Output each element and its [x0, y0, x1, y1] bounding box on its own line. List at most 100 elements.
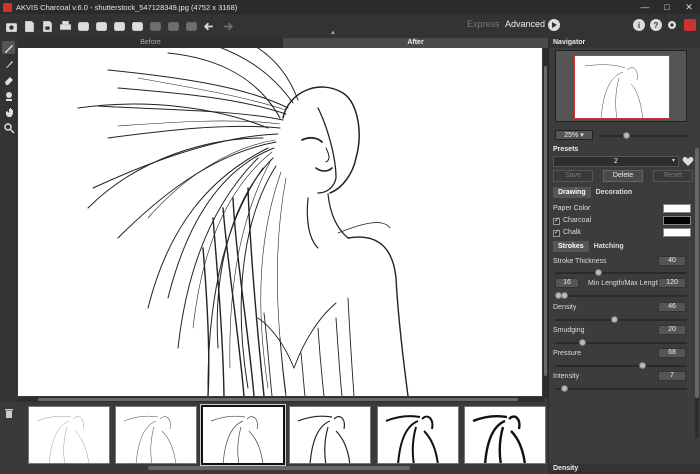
info-icon[interactable]: i — [633, 19, 645, 31]
app-logo-icon — [3, 2, 12, 12]
chevron-down-icon: ▾ — [580, 132, 584, 139]
zoom-level-dropdown[interactable]: 25% ▾ — [555, 130, 593, 140]
preset-thumbnail[interactable] — [289, 406, 371, 464]
close-button[interactable]: ✕ — [678, 0, 700, 14]
trash-icon[interactable] — [4, 408, 14, 418]
zoom-tool-icon[interactable] — [2, 121, 15, 134]
smudging-slider-handle[interactable] — [579, 339, 586, 346]
charcoal-checkbox[interactable] — [553, 216, 560, 225]
min-length-value[interactable]: 16 — [555, 278, 579, 288]
thumbnail-strip-scrollbar[interactable] — [148, 466, 410, 470]
maximize-button[interactable]: □ — [656, 0, 678, 14]
reset-strokes-icon[interactable] — [148, 19, 162, 33]
open-file-icon[interactable] — [22, 19, 36, 33]
tab-decoration[interactable]: Decoration — [591, 187, 638, 198]
load-strokes-icon[interactable] — [112, 19, 126, 33]
navigator-preview[interactable] — [555, 50, 687, 122]
preset-thumbnail-selected[interactable] — [200, 404, 286, 466]
brush-tool-icon[interactable] — [2, 57, 15, 70]
chalk-label: Chalk — [563, 229, 581, 236]
chalk-color-swatch[interactable] — [663, 228, 691, 237]
preset-thumbnail[interactable] — [28, 406, 110, 464]
preset-thumbnails-strip — [0, 402, 548, 474]
share-icon[interactable] — [76, 19, 90, 33]
preset-thumbnail[interactable] — [115, 406, 197, 464]
tab-before[interactable]: Before — [18, 38, 283, 48]
presets-heading: Presets — [553, 146, 579, 153]
main-toolbar: Express Advanced i ? — [0, 14, 700, 38]
charcoal-label: Charcoal — [563, 217, 592, 224]
reset-preset-button[interactable]: Reset — [653, 170, 693, 182]
max-length-slider-handle[interactable] — [561, 292, 568, 299]
window-title: AKVIS Charcoal v.6.0 - shutterstock_5471… — [16, 2, 238, 12]
redo-icon[interactable] — [220, 19, 234, 33]
express-mode-tab[interactable]: Express — [467, 19, 500, 29]
stroke-thickness-slider-handle[interactable] — [595, 269, 602, 276]
save-file-icon[interactable] — [40, 19, 54, 33]
zoom-slider-handle[interactable] — [623, 132, 630, 139]
save-strokes-icon[interactable] — [130, 19, 144, 33]
heart-favorite-icon[interactable] — [682, 155, 694, 167]
settings-panel: Navigator 25% ▾ Presets 2 ▾ Save Delete R… — [548, 38, 700, 474]
batch-icon[interactable] — [94, 19, 108, 33]
charcoal-color-swatch[interactable] — [663, 216, 691, 225]
max-length-value[interactable]: 120 — [658, 278, 686, 288]
preset-select[interactable]: 2 ▾ — [553, 156, 679, 167]
pressure-slider-track[interactable] — [555, 365, 687, 367]
undo-icon[interactable] — [202, 19, 216, 33]
view-tabs: Before After — [18, 38, 548, 48]
preset-thumbnail[interactable] — [377, 406, 459, 464]
preset-select-value: 2 — [614, 158, 618, 165]
paper-color-swatch[interactable] — [663, 204, 691, 213]
density-value[interactable]: 46 — [658, 302, 686, 312]
stamp-tool-icon[interactable] — [2, 89, 15, 102]
tab-strokes[interactable]: Strokes — [553, 241, 589, 252]
gear-icon[interactable] — [666, 19, 678, 31]
smudging-label: Smudging — [553, 327, 585, 334]
tab-drawing[interactable]: Drawing — [553, 187, 591, 198]
pressure-slider-handle[interactable] — [639, 362, 646, 369]
stroke-settings-tabs: Strokes Hatching — [553, 241, 629, 252]
charcoal-drawing-image — [77, 48, 409, 396]
chevron-down-icon: ▾ — [671, 158, 675, 164]
paper-color-label: Paper Color — [553, 205, 591, 212]
density-label: Density — [553, 304, 577, 311]
stroke-thickness-value[interactable]: 40 — [658, 256, 686, 266]
home-icon[interactable] — [4, 19, 18, 33]
main-settings-tabs: Drawing Decoration — [553, 187, 637, 198]
advanced-mode-tab[interactable]: Advanced — [505, 19, 545, 29]
pressure-value[interactable]: 68 — [658, 348, 686, 358]
length-range-slider-track[interactable] — [555, 295, 687, 297]
tab-after[interactable]: After — [283, 38, 548, 48]
help-icon[interactable]: ? — [650, 19, 662, 31]
print-icon[interactable] — [58, 19, 72, 33]
hand-tool-icon[interactable] — [2, 105, 15, 118]
delete-preset-button[interactable]: Delete — [603, 170, 643, 182]
pressure-label: Pressure — [553, 350, 582, 357]
intensity-slider-track[interactable] — [555, 388, 687, 390]
image-canvas[interactable] — [18, 48, 542, 396]
intensity-value[interactable]: 7 — [658, 371, 686, 381]
stroke-thickness-slider-track[interactable] — [555, 272, 687, 274]
preset-thumbnail[interactable] — [464, 406, 546, 464]
chalk-checkbox[interactable] — [553, 228, 560, 237]
zoom-slider-track[interactable] — [599, 135, 689, 137]
panel-scrollbar[interactable] — [695, 148, 699, 438]
intensity-slider-handle[interactable] — [561, 385, 568, 392]
run-play-icon[interactable] — [548, 19, 560, 31]
save-preset-button[interactable]: Save — [553, 170, 593, 182]
smudging-value[interactable]: 20 — [658, 325, 686, 335]
pencil-tool-icon[interactable] — [2, 41, 15, 54]
density-slider-handle[interactable] — [611, 316, 618, 323]
smudging-slider-track[interactable] — [555, 342, 687, 344]
eraser-tool-icon[interactable] — [2, 73, 15, 86]
collapse-arrow-icon[interactable]: ▲ — [330, 30, 336, 36]
density-slider-track[interactable] — [555, 319, 687, 321]
akvis-logo-icon[interactable] — [684, 19, 696, 31]
apply-icon[interactable] — [166, 19, 180, 33]
clear-icon[interactable] — [184, 19, 198, 33]
zoom-value: 25% — [564, 131, 579, 139]
minimize-button[interactable]: — — [634, 0, 656, 14]
tab-hatching[interactable]: Hatching — [589, 241, 629, 252]
stroke-thickness-label: Stroke Thickness — [553, 258, 607, 265]
